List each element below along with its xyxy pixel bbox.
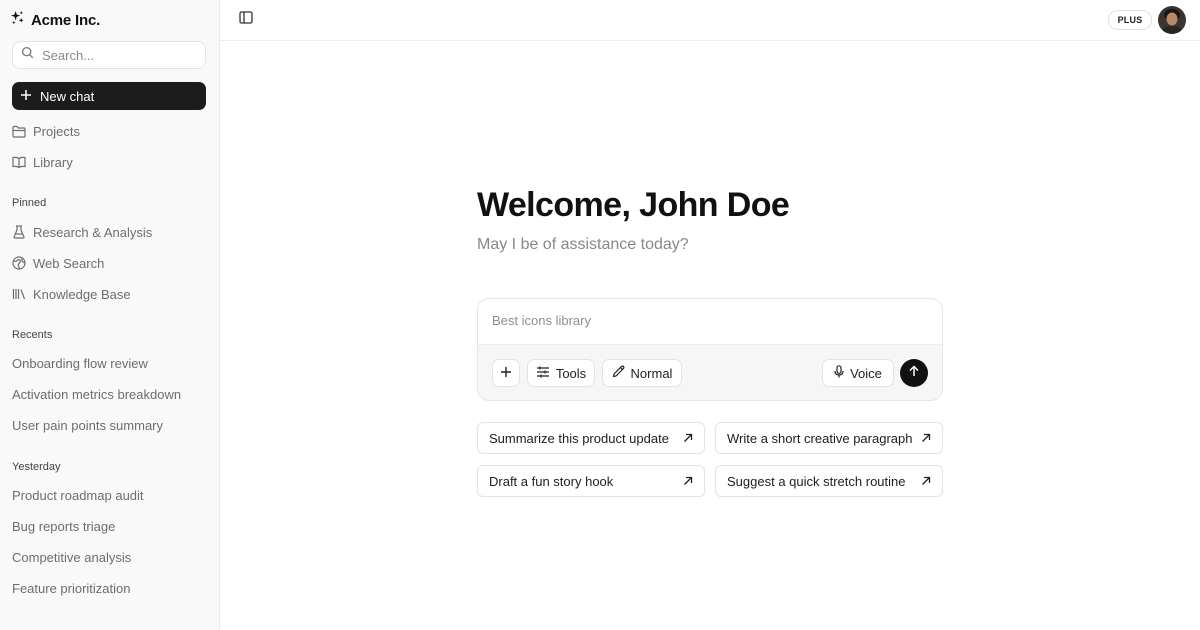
avatar[interactable] bbox=[1158, 6, 1186, 34]
chat-composer: Tools Normal Voice bbox=[477, 298, 943, 401]
search-input[interactable] bbox=[42, 47, 192, 63]
arrow-up-right-icon bbox=[683, 474, 693, 489]
microphone-icon bbox=[834, 365, 844, 381]
mode-label: Normal bbox=[630, 365, 673, 381]
brand-name: Acme Inc. bbox=[31, 11, 101, 29]
globe-icon bbox=[12, 256, 26, 270]
header-divider bbox=[220, 40, 1200, 41]
sidebar-item-library[interactable]: Library bbox=[12, 152, 73, 172]
search-box[interactable] bbox=[12, 41, 206, 69]
yesterday-item[interactable]: Bug reports triage bbox=[12, 519, 115, 534]
recent-item[interactable]: Activation metrics breakdown bbox=[12, 387, 181, 402]
tools-button[interactable]: Tools bbox=[527, 359, 595, 387]
recent-item[interactable]: Onboarding flow review bbox=[12, 356, 148, 371]
sliders-icon bbox=[536, 366, 550, 381]
recents-section-title: Recents bbox=[12, 329, 53, 341]
yesterday-item[interactable]: Competitive analysis bbox=[12, 550, 131, 565]
sidebar: Acme Inc. New chat Projects bbox=[0, 0, 220, 630]
new-chat-label: New chat bbox=[40, 88, 95, 104]
suggestion-chip[interactable]: Write a short creative paragraph bbox=[715, 422, 943, 454]
pinned-item-knowledge-base[interactable]: Knowledge Base bbox=[12, 284, 131, 304]
plan-badge: PLUS bbox=[1108, 10, 1152, 30]
sidebar-item-label: Web Search bbox=[33, 255, 105, 271]
yesterday-item[interactable]: Feature prioritization bbox=[12, 581, 131, 596]
suggestion-label: Suggest a quick stretch routine bbox=[727, 473, 906, 489]
attach-button[interactable] bbox=[492, 359, 520, 387]
sidebar-item-label: Projects bbox=[33, 123, 80, 139]
voice-label: Voice bbox=[850, 365, 882, 381]
arrow-up-right-icon bbox=[921, 431, 931, 446]
arrow-up-icon bbox=[908, 364, 920, 382]
suggestion-chip[interactable]: Draft a fun story hook bbox=[477, 465, 705, 497]
yesterday-item[interactable]: Product roadmap audit bbox=[12, 488, 144, 503]
sparkles-icon bbox=[10, 10, 25, 30]
plus-icon bbox=[500, 366, 512, 381]
suggestion-label: Summarize this product update bbox=[489, 430, 669, 446]
sidebar-item-label: Research & Analysis bbox=[33, 224, 153, 240]
yesterday-section-title: Yesterday bbox=[12, 461, 61, 473]
suggestion-chip[interactable]: Summarize this product update bbox=[477, 422, 705, 454]
sidebar-toggle-button[interactable] bbox=[237, 11, 255, 29]
brand[interactable]: Acme Inc. bbox=[10, 10, 100, 30]
new-chat-button[interactable]: New chat bbox=[12, 82, 206, 110]
sidebar-item-projects[interactable]: Projects bbox=[12, 121, 80, 141]
message-input[interactable] bbox=[492, 313, 922, 328]
tools-label: Tools bbox=[555, 365, 587, 381]
sidebar-toggle-icon bbox=[239, 11, 253, 29]
voice-button[interactable]: Voice bbox=[822, 359, 894, 387]
plus-icon bbox=[20, 89, 32, 104]
suggestion-label: Write a short creative paragraph bbox=[727, 430, 913, 446]
sidebar-item-label: Library bbox=[33, 154, 73, 170]
flask-icon bbox=[12, 225, 26, 239]
books-icon bbox=[12, 287, 26, 301]
page-subtitle: May I be of assistance today? bbox=[477, 236, 689, 253]
pinned-item-research[interactable]: Research & Analysis bbox=[12, 222, 152, 242]
folder-icon bbox=[12, 124, 26, 138]
pencil-icon bbox=[612, 365, 625, 381]
send-button[interactable] bbox=[900, 359, 928, 387]
arrow-up-right-icon bbox=[921, 474, 931, 489]
pinned-section-title: Pinned bbox=[12, 197, 47, 209]
mode-button[interactable]: Normal bbox=[602, 359, 682, 387]
recent-item[interactable]: User pain points summary bbox=[12, 418, 163, 433]
arrow-up-right-icon bbox=[683, 431, 693, 446]
book-icon bbox=[12, 155, 26, 169]
sidebar-item-label: Knowledge Base bbox=[33, 286, 131, 302]
suggestion-chip[interactable]: Suggest a quick stretch routine bbox=[715, 465, 943, 497]
suggestion-label: Draft a fun story hook bbox=[489, 473, 614, 489]
pinned-item-web-search[interactable]: Web Search bbox=[12, 253, 104, 273]
search-icon bbox=[21, 46, 34, 64]
page-title: Welcome, John Doe bbox=[477, 186, 790, 224]
composer-input-area bbox=[478, 299, 942, 345]
